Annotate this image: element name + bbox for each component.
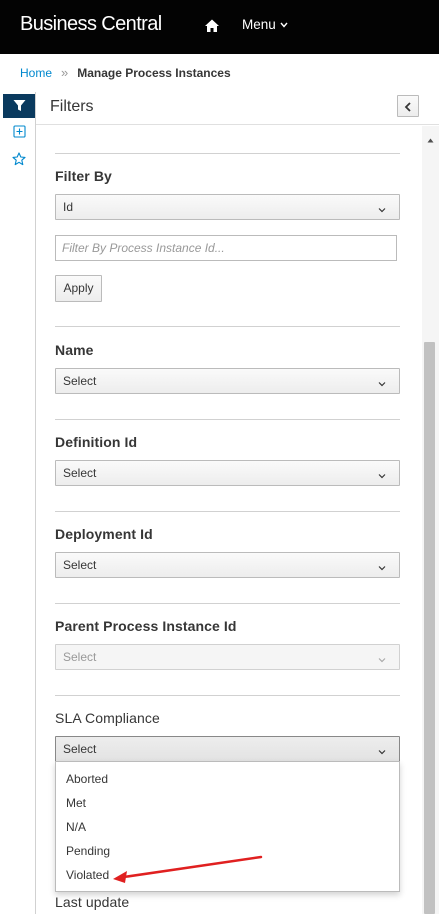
breadcrumb: Home » Manage Process Instances: [20, 65, 231, 80]
dropdown-option-violated[interactable]: Violated: [66, 868, 109, 882]
chevron-left-icon: [404, 97, 412, 116]
deployment-id-select-value: Select: [63, 558, 97, 572]
definition-id-label: Definition Id: [55, 434, 138, 450]
menu-dropdown[interactable]: Menu: [242, 17, 288, 32]
sla-compliance-select-value: Select: [63, 742, 97, 756]
chevron-down-icon: [378, 377, 386, 387]
star-icon: [12, 151, 26, 170]
scrollbar-thumb[interactable]: [424, 342, 435, 914]
chevron-down-icon: [378, 745, 386, 755]
saved-filters-button[interactable]: [3, 148, 35, 172]
filters-title: Filters: [50, 98, 94, 115]
add-square-icon: [12, 123, 26, 142]
apply-button[interactable]: Apply: [55, 275, 102, 302]
brand-title[interactable]: Business Central: [20, 13, 162, 36]
filters-header: Filters: [36, 92, 439, 125]
sla-compliance-label: SLA Compliance: [55, 710, 160, 726]
chevron-down-icon: [378, 469, 386, 479]
name-label: Name: [55, 342, 94, 358]
filters-panel: Filter By Id Filter By Process Instance …: [36, 126, 422, 914]
sla-compliance-dropdown-menu: Aborted Met N/A Pending Violated: [55, 761, 400, 892]
left-toolbar: [0, 92, 36, 914]
definition-id-select-value: Select: [63, 466, 97, 480]
deployment-id-label: Deployment Id: [55, 526, 153, 542]
chevron-down-icon: [280, 20, 288, 30]
name-select[interactable]: Select: [55, 368, 400, 394]
chevron-down-icon: [378, 653, 386, 663]
filter-by-select[interactable]: Id: [55, 194, 400, 220]
filter-by-select-value: Id: [63, 200, 74, 214]
divider: [55, 695, 400, 696]
breadcrumb-home-link[interactable]: Home: [20, 66, 52, 80]
dropdown-option-aborted[interactable]: Aborted: [66, 772, 108, 786]
dropdown-option-na[interactable]: N/A: [66, 820, 86, 834]
parent-process-instance-id-label: Parent Process Instance Id: [55, 618, 237, 634]
dropdown-option-pending[interactable]: Pending: [66, 844, 110, 858]
divider: [55, 511, 400, 512]
collapse-filters-button[interactable]: [397, 95, 419, 117]
breadcrumb-current: Manage Process Instances: [77, 66, 231, 80]
divider: [55, 603, 400, 604]
chevron-down-icon: [378, 203, 386, 213]
menu-label: Menu: [242, 17, 276, 32]
definition-id-select[interactable]: Select: [55, 460, 400, 486]
add-filter-button[interactable]: [3, 120, 35, 144]
process-instance-id-placeholder: Filter By Process Instance Id...: [62, 241, 225, 255]
parent-process-instance-id-select-value: Select: [63, 650, 97, 664]
dropdown-option-met[interactable]: Met: [66, 796, 86, 810]
chevron-down-icon: [378, 561, 386, 571]
filter-by-label: Filter By: [55, 168, 112, 184]
deployment-id-select[interactable]: Select: [55, 552, 400, 578]
sla-compliance-select[interactable]: Select: [55, 736, 400, 762]
divider: [55, 419, 400, 420]
panel-scrollbar[interactable]: [422, 126, 439, 914]
process-instance-id-input[interactable]: Filter By Process Instance Id...: [55, 235, 397, 261]
top-navbar: Business Central Menu: [0, 0, 439, 54]
breadcrumb-separator: »: [61, 65, 69, 80]
filters-toggle-button[interactable]: [3, 94, 35, 118]
home-icon[interactable]: [204, 18, 220, 34]
divider: [55, 153, 400, 154]
filter-icon: [13, 97, 26, 116]
divider: [55, 326, 400, 327]
scroll-up-icon[interactable]: [427, 129, 434, 143]
parent-process-instance-id-select[interactable]: Select: [55, 644, 400, 670]
name-select-value: Select: [63, 374, 97, 388]
last-update-label: Last update: [55, 894, 130, 910]
